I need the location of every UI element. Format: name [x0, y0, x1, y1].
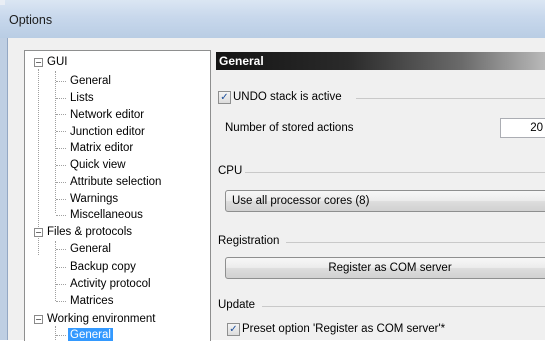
update-group-label: Update — [218, 299, 256, 311]
stored-actions-field[interactable]: 20 — [500, 118, 545, 138]
tree-connector — [55, 241, 56, 301]
tree-connector — [56, 335, 66, 336]
tree-node-activity-protocol[interactable]: Activity protocol — [70, 277, 151, 291]
tree-node-gui-general[interactable]: General — [70, 74, 111, 88]
tree-node-working-environment[interactable]: Working environment — [47, 312, 155, 326]
minus-icon[interactable]: − — [34, 58, 43, 67]
tree-node-matrix-editor[interactable]: Matrix editor — [70, 141, 133, 155]
tree-connector — [55, 326, 56, 341]
tree-connector — [56, 249, 66, 250]
tree-connector — [56, 114, 66, 115]
settings-panel: General ✓ UNDO stack is active Number of… — [211, 38, 545, 340]
tree-node-junction-editor[interactable]: Junction editor — [70, 125, 145, 139]
tree-connector — [56, 131, 66, 132]
window-corner — [0, 0, 5, 5]
window-left-edge — [0, 38, 8, 340]
group-separator — [356, 98, 545, 99]
minus-icon[interactable]: − — [34, 315, 43, 324]
cpu-group-label: CPU — [218, 165, 243, 177]
tree-node-files-general[interactable]: General — [70, 242, 111, 256]
undo-checkbox[interactable]: ✓ — [218, 91, 231, 104]
tree-connector — [56, 215, 66, 216]
window-titlebar[interactable]: Options — [0, 0, 545, 39]
tree-connector — [56, 148, 66, 149]
tree-connector — [56, 98, 66, 99]
group-separator — [262, 306, 545, 307]
tree-connector — [56, 81, 66, 82]
tree-node-quick-view[interactable]: Quick view — [70, 158, 126, 172]
minus-icon[interactable]: − — [34, 228, 43, 237]
tree-node-working-general[interactable]: General — [68, 328, 113, 341]
checkmark-icon: ✓ — [220, 92, 229, 103]
tree-connector — [56, 182, 66, 183]
registration-group-label: Registration — [218, 235, 280, 247]
cpu-cores-select[interactable]: Use all processor cores (8) — [225, 190, 545, 212]
preset-register-checkbox[interactable]: ✓ — [227, 323, 240, 336]
tree-node-gui[interactable]: GUI — [47, 55, 67, 69]
tree-node-files-protocols[interactable]: Files & protocols — [47, 225, 132, 239]
stored-actions-label: Number of stored actions — [225, 122, 354, 134]
tree-connector — [56, 267, 66, 268]
group-separator — [286, 242, 545, 243]
panel-header: General — [216, 52, 545, 70]
tree-connector — [56, 199, 66, 200]
tree-connector — [56, 284, 66, 285]
register-com-server-button[interactable]: Register as COM server — [225, 257, 545, 279]
tree-node-miscellaneous[interactable]: Miscellaneous — [70, 208, 143, 222]
window-title: Options — [9, 13, 53, 27]
options-tree[interactable]: − GUI General Lists Network editor Junct… — [24, 50, 211, 341]
checkmark-icon: ✓ — [229, 324, 238, 335]
undo-checkbox-label[interactable]: UNDO stack is active — [233, 90, 342, 104]
preset-register-label[interactable]: Preset option 'Register as COM server'* — [242, 322, 445, 336]
tree-node-matrices[interactable]: Matrices — [70, 294, 113, 308]
tree-connector — [56, 165, 66, 166]
tree-node-network-editor[interactable]: Network editor — [70, 108, 144, 122]
tree-node-attribute-selection[interactable]: Attribute selection — [70, 175, 161, 189]
tree-node-lists[interactable]: Lists — [70, 91, 94, 105]
group-separator — [245, 172, 545, 173]
tree-connector — [55, 71, 56, 213]
tree-node-warnings[interactable]: Warnings — [70, 192, 118, 206]
tree-connector — [56, 301, 66, 302]
tree-node-backup-copy[interactable]: Backup copy — [70, 260, 136, 274]
